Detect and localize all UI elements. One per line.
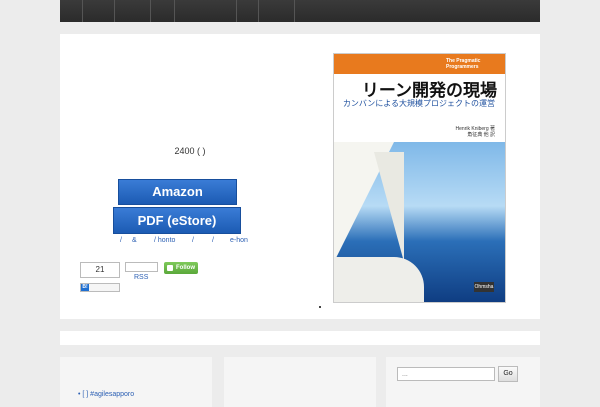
divider-panel bbox=[60, 331, 540, 345]
slider-dot[interactable] bbox=[319, 306, 321, 308]
book-series: The Pragmatic Programmers bbox=[446, 58, 481, 70]
nav-separator bbox=[294, 0, 295, 22]
feedly-icon bbox=[167, 265, 173, 271]
nav-separator bbox=[258, 0, 259, 22]
nav-separator bbox=[236, 0, 237, 22]
store-link-ehon[interactable]: e-hon bbox=[230, 237, 248, 244]
tag-list-item[interactable]: • [ ] #agilesapporo bbox=[78, 391, 134, 398]
nav-separator bbox=[82, 0, 83, 22]
store-link[interactable]: / bbox=[120, 237, 122, 244]
follow-label: Follow bbox=[176, 265, 195, 271]
nav-separator bbox=[114, 0, 115, 22]
sailboat-photo: Ohmsha bbox=[334, 142, 505, 302]
pdf-estore-button[interactable]: PDF (eStore) bbox=[113, 207, 241, 234]
share-count[interactable]: 21 bbox=[80, 262, 120, 278]
top-navigation-bar bbox=[60, 0, 540, 22]
book-cover[interactable]: The Pragmatic Programmers リーン開発の現場 カンバンに… bbox=[333, 53, 506, 303]
follow-button[interactable]: Follow bbox=[164, 262, 198, 274]
rss-counter bbox=[125, 262, 158, 272]
store-link[interactable]: / bbox=[192, 237, 194, 244]
rss-link[interactable]: RSS bbox=[134, 274, 148, 281]
store-link[interactable]: & bbox=[132, 237, 137, 244]
amazon-button[interactable]: Amazon bbox=[118, 179, 237, 205]
publisher-logo: Ohmsha bbox=[474, 282, 494, 292]
boat-hull bbox=[334, 257, 424, 302]
nav-separator bbox=[174, 0, 175, 22]
book-subtitle: カンバンによる大規模プロジェクトの運営 bbox=[342, 99, 495, 108]
search-input[interactable] bbox=[397, 367, 495, 381]
nav-separator bbox=[150, 0, 151, 22]
hatena-bookmark-button[interactable]: B! bbox=[80, 283, 120, 292]
sail-shape bbox=[374, 152, 404, 262]
store-links: / & / honto / / e-hon bbox=[118, 237, 258, 249]
store-link-honto[interactable]: / honto bbox=[154, 237, 175, 244]
book-author: Henrik Kniberg 著 角征典 他 訳 bbox=[456, 126, 495, 138]
book-cover-header: The Pragmatic Programmers リーン開発の現場 カンバンに… bbox=[334, 54, 505, 142]
store-link[interactable]: / bbox=[212, 237, 214, 244]
book-price: 2400 ( ) bbox=[174, 146, 206, 156]
book-translators: 角征典 他 訳 bbox=[467, 132, 495, 138]
search-go-button[interactable]: Go bbox=[498, 366, 518, 382]
hatena-icon: B! bbox=[81, 284, 89, 291]
